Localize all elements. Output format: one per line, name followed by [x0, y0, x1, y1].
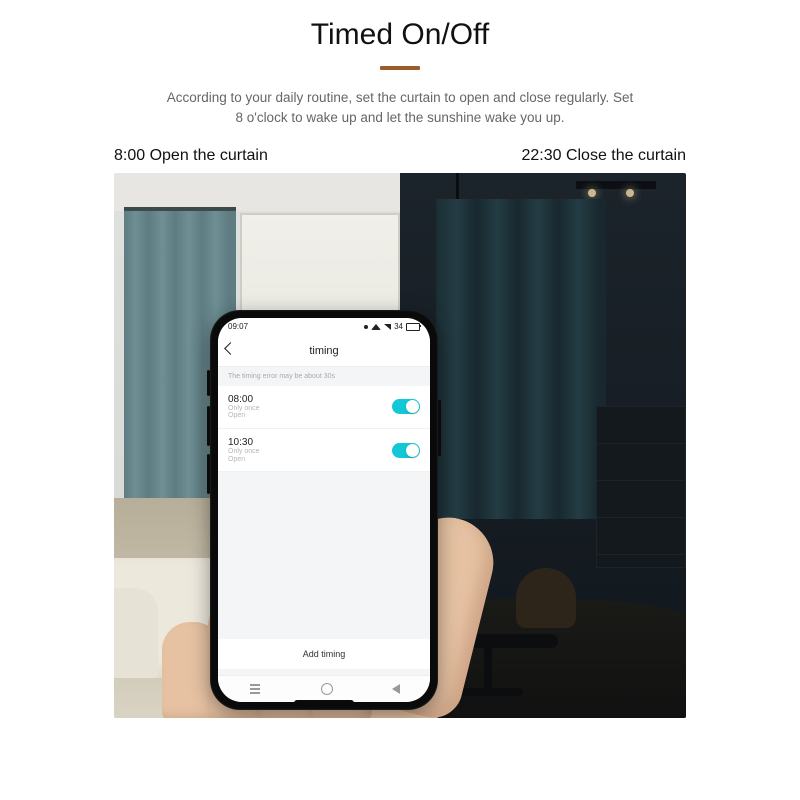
- recents-icon[interactable]: [248, 684, 262, 694]
- marketing-header: Timed On/Off According to your daily rou…: [0, 0, 800, 129]
- timer-repeat: Only once: [228, 448, 260, 456]
- timer-toggle[interactable]: [392, 443, 420, 458]
- battery-icon: [406, 323, 420, 331]
- bluetooth-icon: [364, 325, 368, 329]
- timer-repeat: Only once: [228, 405, 260, 413]
- app-screen: 09:07 34 timing The timing error may be …: [218, 318, 430, 702]
- scene-labels: 8:00 Open the curtain 22:30 Close the cu…: [114, 147, 686, 165]
- status-icons: 34: [364, 322, 420, 331]
- back-nav-icon[interactable]: [392, 684, 400, 694]
- status-time: 09:07: [228, 322, 248, 331]
- timer-action: Open: [228, 456, 260, 464]
- android-nav-bar: [218, 675, 430, 702]
- phone-home-button: [294, 700, 354, 706]
- status-bar: 09:07 34: [218, 318, 430, 336]
- timer-action: Open: [228, 412, 260, 420]
- back-icon[interactable]: [224, 342, 237, 355]
- phone-frame: 09:07 34 timing The timing error may be …: [210, 310, 438, 710]
- timer-time: 10:30: [228, 437, 260, 448]
- home-icon[interactable]: [321, 683, 333, 695]
- timer-row[interactable]: 08:00 Only once Open: [218, 386, 430, 429]
- timer-toggle[interactable]: [392, 399, 420, 414]
- page-description: According to your daily routine, set the…: [165, 88, 635, 129]
- battery-percent: 34: [394, 322, 403, 331]
- app-bar: timing: [218, 336, 430, 367]
- signal-icon: [384, 324, 391, 330]
- page-title: Timed On/Off: [0, 18, 800, 52]
- wifi-icon: [371, 324, 381, 330]
- room-night: [400, 173, 686, 718]
- timer-list: 08:00 Only once Open 10:30 Only once Ope…: [218, 386, 430, 473]
- app-bar-title: timing: [309, 345, 338, 357]
- scene-close-label: 22:30 Close the curtain: [521, 147, 686, 165]
- timer-row[interactable]: 10:30 Only once Open: [218, 429, 430, 472]
- timing-notice: The timing error may be about 30s: [218, 367, 430, 386]
- timer-time: 08:00: [228, 394, 260, 405]
- room-illustration: 09:07 34 timing The timing error may be …: [114, 173, 686, 718]
- add-timing-button[interactable]: Add timing: [218, 633, 430, 675]
- scene-open-label: 8:00 Open the curtain: [114, 147, 268, 165]
- title-underline: [380, 66, 420, 70]
